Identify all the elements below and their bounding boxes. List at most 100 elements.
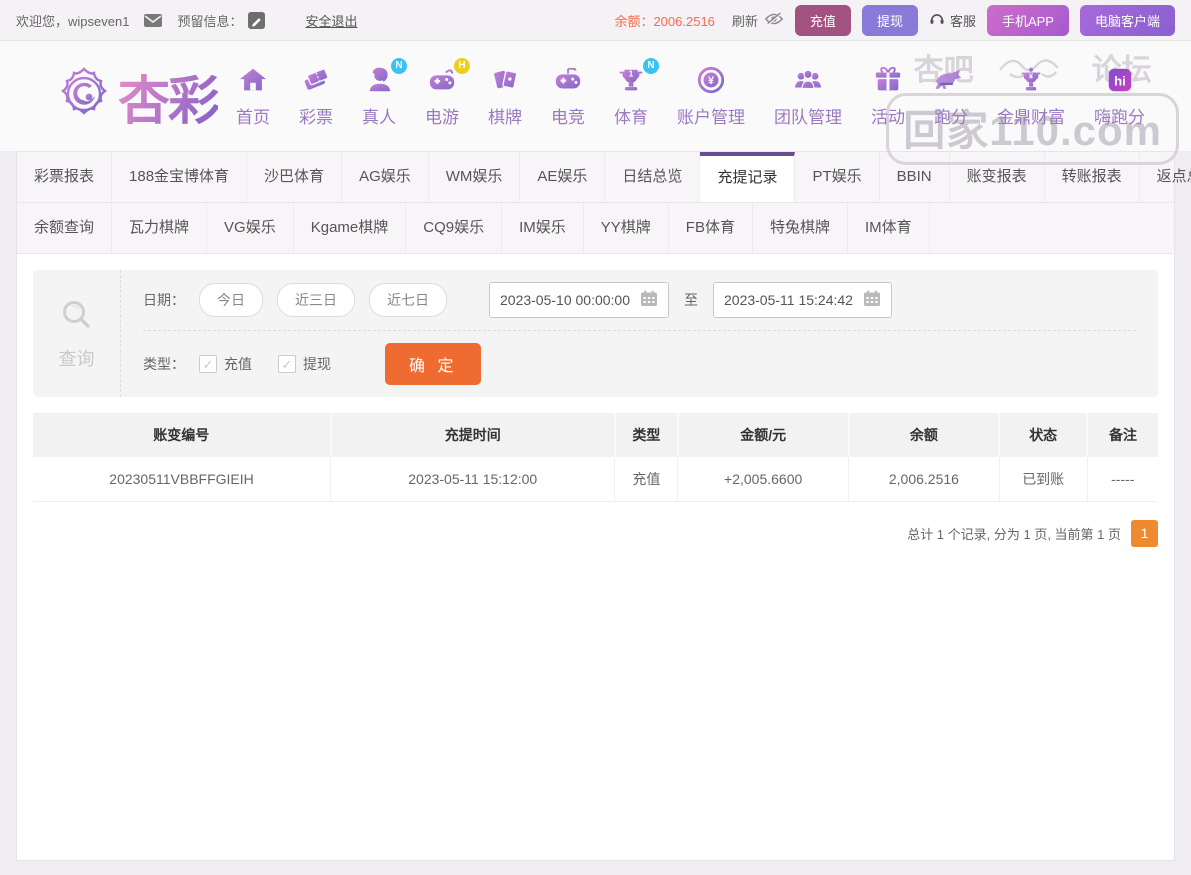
table-row[interactable]: 20230511VBBFFGIEIH 2023-05-11 15:12:00 充… — [33, 457, 1158, 502]
page-1-button[interactable]: 1 — [1131, 519, 1158, 547]
logout-link[interactable]: 安全退出 — [305, 11, 357, 30]
tab[interactable]: 返点总额 — [1140, 152, 1191, 202]
nav-item-hi-paofen[interactable]: hi 嗨跑分 — [1094, 65, 1145, 128]
pc-client-button[interactable]: 电脑客户端 — [1079, 4, 1175, 36]
nav-item-team[interactable]: 团队管理 — [774, 65, 842, 128]
nav-item-esports[interactable]: 电竞 — [551, 65, 585, 128]
tab[interactable]: 余额查询 — [17, 203, 113, 253]
tab[interactable]: VG娱乐 — [207, 203, 294, 253]
filter-panel: 查询 日期： 今日 近三日 近七日 2023-05-10 00:00:00 至 … — [33, 270, 1158, 397]
tab-label: 瓦力棋牌 — [129, 219, 190, 236]
refresh-label[interactable]: 刷新 — [732, 11, 758, 30]
activity-gift-icon — [873, 65, 903, 100]
tab[interactable]: 充提记录 — [700, 152, 796, 202]
type-checkbox[interactable]: ✓ 充值 — [199, 354, 252, 374]
tab[interactable]: 账变报表 — [950, 152, 1045, 202]
nav-item-sports[interactable]: 1 体育 N — [614, 57, 660, 128]
calendar-icon[interactable] — [640, 290, 658, 310]
quick-range-group: 今日 近三日 近七日 — [199, 283, 461, 317]
type-checkbox[interactable]: ✓ 提现 — [278, 354, 331, 374]
tab[interactable]: WM娱乐 — [429, 152, 521, 202]
tab[interactable]: IM体育 — [848, 203, 930, 253]
nav-item-egame[interactable]: 电游 H — [425, 57, 471, 128]
quick-range-pill[interactable]: 近七日 — [369, 283, 447, 317]
headset-icon — [929, 11, 945, 29]
nav-item-paofen[interactable]: 跑分 — [934, 65, 968, 128]
tab[interactable]: CQ9娱乐 — [406, 203, 503, 253]
quick-range-pill[interactable]: 近三日 — [277, 283, 355, 317]
nav-item-lottery[interactable]: 彩票 — [299, 65, 333, 128]
date-to-value: 2023-05-11 15:24:42 — [724, 292, 853, 308]
nav-item-account[interactable]: ¥ 账户管理 — [677, 65, 745, 128]
topbar: 欢迎您，wipseven1 预留信息： 安全退出 余额：2006.2516 刷新… — [0, 0, 1191, 41]
refresh-control[interactable]: 刷新 — [732, 11, 784, 30]
brand-flower-icon — [56, 66, 112, 127]
home-icon — [238, 65, 268, 100]
brand-logo[interactable]: 杏彩 — [56, 59, 220, 134]
customer-service-link[interactable]: 客服 — [929, 11, 976, 30]
type-filter-row: 类型： ✓ 充值 ✓ 提现 确 定 — [143, 331, 1136, 397]
live-person-icon — [364, 65, 394, 100]
confirm-button[interactable]: 确 定 — [385, 343, 482, 385]
cell-balance: 2,006.2516 — [848, 457, 1000, 502]
table-header-cell: 余额 — [848, 413, 1001, 457]
tab[interactable]: 特兔棋牌 — [753, 203, 848, 253]
nav-item-home[interactable]: 首页 — [236, 65, 270, 128]
tab-label: 特兔棋牌 — [769, 219, 830, 236]
nav-item-activity[interactable]: 活动 — [871, 65, 905, 128]
type-checkbox-group: ✓ 充值 ✓ 提现 — [199, 354, 357, 374]
withdraw-button[interactable]: 提现 — [861, 4, 918, 36]
table-header-cell: 类型 — [614, 413, 679, 457]
welcome-text: 欢迎您，wipseven1 — [16, 13, 130, 29]
table-header-row: 账变编号 充提时间 类型 金额/元 余额 状态 备注 — [33, 413, 1158, 457]
recharge-button[interactable]: 充值 — [794, 4, 851, 36]
chess-cards-icon — [490, 65, 520, 100]
mobile-app-button[interactable]: 手机APP — [986, 4, 1069, 36]
table-header-cell: 备注 — [1087, 413, 1158, 457]
edit-icon[interactable] — [248, 11, 266, 29]
tab[interactable]: AE娱乐 — [520, 152, 606, 202]
cell-type: 充值 — [614, 457, 679, 502]
tab[interactable]: IM娱乐 — [502, 203, 584, 253]
main-container: 彩票报表 188金宝博体育 沙巴体育 AG娱乐 WM娱乐 AE娱乐 日结总览 充… — [16, 151, 1191, 861]
tab[interactable]: BBIN — [880, 152, 950, 202]
date-from-input[interactable]: 2023-05-10 00:00:00 — [489, 282, 669, 318]
date-label: 日期： — [143, 292, 185, 308]
quick-range-pill[interactable]: 今日 — [199, 283, 263, 317]
tab[interactable]: AG娱乐 — [342, 152, 429, 202]
mail-icon[interactable] — [143, 12, 163, 28]
checkbox-icon[interactable]: ✓ — [199, 355, 217, 373]
tab-label: 188金宝博体育 — [129, 168, 230, 185]
tab[interactable]: 瓦力棋牌 — [112, 203, 208, 253]
date-to-input[interactable]: 2023-05-11 15:24:42 — [713, 282, 892, 318]
tab[interactable]: 日结总览 — [605, 152, 701, 202]
eye-off-icon[interactable] — [764, 11, 784, 30]
tab[interactable]: 188金宝博体育 — [112, 152, 248, 202]
svg-text:hi: hi — [1114, 73, 1126, 88]
tab-label: AE娱乐 — [537, 168, 588, 185]
cell-time: 2023-05-11 15:12:00 — [330, 457, 616, 502]
checkbox-icon[interactable]: ✓ — [278, 355, 296, 373]
tab-label: YY棋牌 — [600, 219, 651, 236]
topbar-left: 欢迎您，wipseven1 预留信息： 安全退出 — [16, 11, 357, 30]
nav-item-live[interactable]: 真人 N — [362, 57, 408, 128]
tab[interactable]: FB体育 — [669, 203, 753, 253]
calendar-icon[interactable] — [863, 290, 881, 310]
account-yuan-icon: ¥ — [696, 65, 726, 100]
query-side-label: 查询 — [33, 270, 121, 397]
lottery-ticket-icon — [301, 65, 331, 100]
nav-item-chess[interactable]: 棋牌 — [488, 65, 522, 128]
tab[interactable]: 转账报表 — [1045, 152, 1140, 202]
tab[interactable]: 沙巴体育 — [247, 152, 343, 202]
customer-service-label[interactable]: 客服 — [950, 11, 976, 30]
main-nav: 首页 彩票 真人 N 电游 H 棋牌 电竞 1 体育 N ¥ 账户管理 团队管理… — [236, 57, 1145, 128]
tab-label: 账变报表 — [966, 168, 1027, 185]
tab[interactable]: YY棋牌 — [584, 203, 669, 253]
nav-item-jinding[interactable]: ¥ 金鼎财富 — [997, 65, 1065, 128]
tab[interactable]: Kgame棋牌 — [294, 203, 407, 253]
pagination: 总计 1 个记录, 分为 1 页, 当前第 1 页 1 — [33, 519, 1158, 547]
tab[interactable]: PT娱乐 — [795, 152, 880, 202]
tab-label: FB体育 — [685, 219, 735, 236]
tab[interactable]: 彩票报表 — [17, 152, 113, 202]
records-table: 账变编号 充提时间 类型 金额/元 余额 状态 备注 20230511VBBFFGIEIH … — [33, 413, 1158, 502]
